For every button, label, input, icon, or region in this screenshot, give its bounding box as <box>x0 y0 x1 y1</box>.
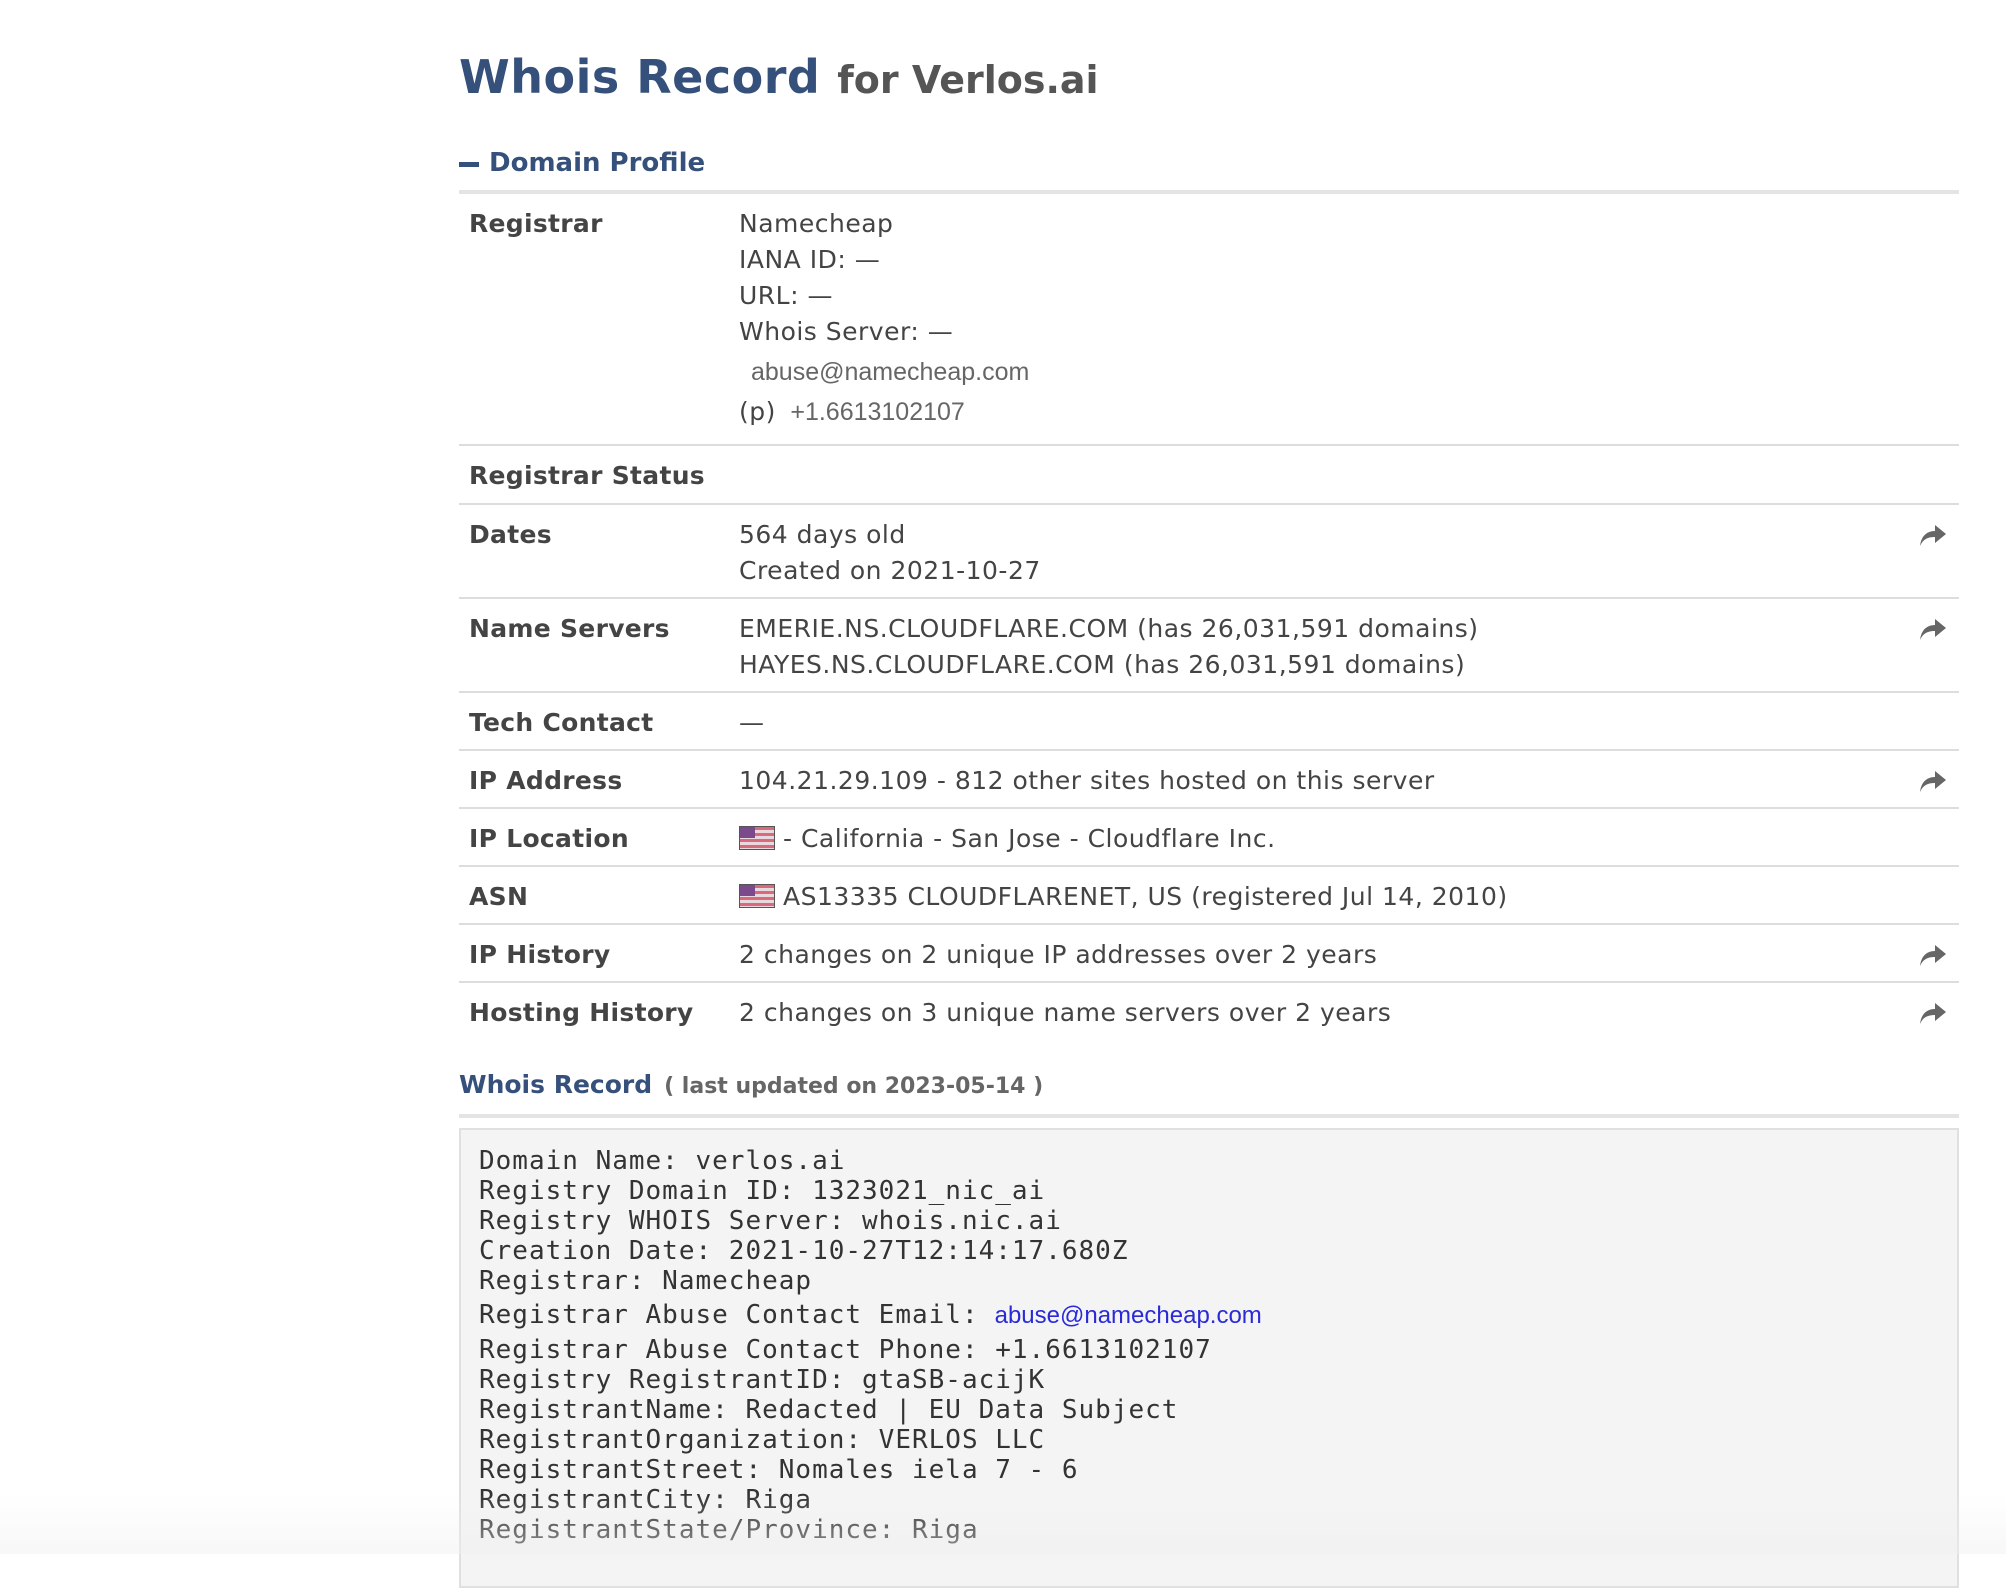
row-ip-location: IP Location - California - San Jose - Cl… <box>459 809 1959 867</box>
raw-line: Domain Name: verlos.ai <box>479 1146 846 1176</box>
row-label: Tech Contact <box>469 708 654 737</box>
registrar-url: URL: — <box>739 281 833 310</box>
domain-profile-heading: Domain Profile <box>489 148 706 178</box>
raw-line: Creation Date: 2021-10-27T12:14:17.680Z <box>479 1236 1129 1266</box>
row-label: IP Location <box>469 824 629 853</box>
row-ip-address: IP Address 104.21.29.109 - 812 other sit… <box>459 751 1959 809</box>
us-flag-icon <box>739 884 775 908</box>
whois-record-heading: Whois Record ( last updated on 2023-05-1… <box>459 1070 1043 1099</box>
page-title-main: Whois Record <box>459 50 821 104</box>
domain-created: Created on 2021-10-27 <box>739 556 1041 585</box>
share-arrow-icon[interactable] <box>1919 943 1947 969</box>
raw-line: RegistrantOrganization: VERLOS LLC <box>479 1425 1046 1455</box>
whois-record-title: Whois Record <box>459 1070 653 1099</box>
row-label: IP History <box>469 940 611 969</box>
share-arrow-icon[interactable] <box>1919 769 1947 795</box>
page-title: Whois Record for Verlos.ai <box>459 50 1099 104</box>
asn-value: AS13335 CLOUDFLARENET, US (registered Ju… <box>739 879 1508 915</box>
section-divider <box>459 1114 1959 1118</box>
row-ip-history: IP History 2 changes on 2 unique IP addr… <box>459 925 1959 983</box>
registrar-phone-line: (p) +1.6613102107 <box>739 394 1029 430</box>
row-label: Registrar Status <box>469 461 705 490</box>
raw-line: Registry RegistrantID: gtaSB-acijK <box>479 1365 1046 1395</box>
whois-record-updated: ( last updated on 2023-05-14 ) <box>664 1074 1044 1099</box>
raw-line: Registry WHOIS Server: whois.nic.ai <box>479 1206 1062 1236</box>
us-flag-icon <box>739 826 775 850</box>
row-label: Dates <box>469 520 552 549</box>
raw-line: RegistrantCity: Riga <box>479 1485 813 1515</box>
abuse-email-link[interactable]: abuse@namecheap.com <box>995 1302 1262 1329</box>
row-label: Name Servers <box>469 614 670 643</box>
page-title-domain: for Verlos.ai <box>837 58 1099 102</box>
ip-address-value: 104.21.29.109 - 812 other sites hosted o… <box>739 766 1435 795</box>
row-label: Registrar <box>469 209 603 238</box>
asn-text: AS13335 CLOUDFLARENET, US (registered Ju… <box>783 882 1508 911</box>
domain-profile-table: Registrar Namecheap IANA ID: — URL: — Wh… <box>459 194 1959 1041</box>
row-label: Hosting History <box>469 998 694 1027</box>
row-registrar-status: Registrar Status <box>459 446 1959 505</box>
registrar-phone: +1.6613102107 <box>790 398 965 426</box>
row-registrar: Registrar Namecheap IANA ID: — URL: — Wh… <box>459 194 1959 446</box>
raw-line-abuse-email: Registrar Abuse Contact Email: abuse@name… <box>479 1296 1939 1335</box>
registrar-value: Namecheap IANA ID: — URL: — Whois Server… <box>739 206 1029 430</box>
share-arrow-icon[interactable] <box>1919 523 1947 549</box>
raw-line: RegistrantState/Province: Riga <box>479 1515 979 1545</box>
name-servers-value: EMERIE.NS.CLOUDFLARE.COM (has 26,031,591… <box>739 611 1479 683</box>
raw-line: Registrar: Namecheap <box>479 1266 813 1296</box>
name-server-2: HAYES.NS.CLOUDFLARE.COM (has 26,031,591 … <box>739 650 1466 679</box>
ip-location-text: - California - San Jose - Cloudflare Inc… <box>783 824 1276 853</box>
domain-profile-toggle[interactable]: Domain Profile <box>459 148 705 178</box>
raw-line: Registry Domain ID: 1323021_nic_ai <box>479 1176 1046 1206</box>
phone-prefix: (p) <box>739 397 776 426</box>
ip-history-value: 2 changes on 2 unique IP addresses over … <box>739 940 1378 969</box>
row-hosting-history: Hosting History 2 changes on 3 unique na… <box>459 983 1959 1041</box>
registrar-iana-id: IANA ID: — <box>739 245 881 274</box>
name-server-1: EMERIE.NS.CLOUDFLARE.COM (has 26,031,591… <box>739 614 1479 643</box>
domain-age: 564 days old <box>739 520 906 549</box>
dates-value: 564 days old Created on 2021-10-27 <box>739 517 1041 589</box>
row-label: ASN <box>469 882 529 911</box>
row-name-servers: Name Servers EMERIE.NS.CLOUDFLARE.COM (h… <box>459 599 1959 693</box>
tech-contact-value: — <box>739 708 765 737</box>
share-arrow-icon[interactable] <box>1919 617 1947 643</box>
registrar-name: Namecheap <box>739 209 894 238</box>
row-tech-contact: Tech Contact — <box>459 693 1959 751</box>
row-dates: Dates 564 days old Created on 2021-10-27 <box>459 505 1959 599</box>
registrar-email: abuse@namecheap.com <box>751 358 1030 386</box>
minus-icon <box>459 161 479 167</box>
ip-location-value: - California - San Jose - Cloudflare Inc… <box>739 821 1276 857</box>
raw-line: RegistrantStreet: Nomales iela 7 - 6 <box>479 1455 1079 1485</box>
row-asn: ASN AS13335 CLOUDFLARENET, US (registere… <box>459 867 1959 925</box>
hosting-history-value: 2 changes on 3 unique name servers over … <box>739 998 1392 1027</box>
whois-raw-record: Domain Name: verlos.ai Registry Domain ID… <box>459 1128 1959 1588</box>
raw-line: Registrar Abuse Contact Phone: +1.661310… <box>479 1335 1212 1365</box>
raw-line: RegistrantName: Redacted | EU Data Subje… <box>479 1395 1179 1425</box>
row-label: IP Address <box>469 766 623 795</box>
registrar-whois-server: Whois Server: — <box>739 317 954 346</box>
share-arrow-icon[interactable] <box>1919 1001 1947 1027</box>
raw-line-label: Registrar Abuse Contact Email: <box>479 1300 979 1330</box>
